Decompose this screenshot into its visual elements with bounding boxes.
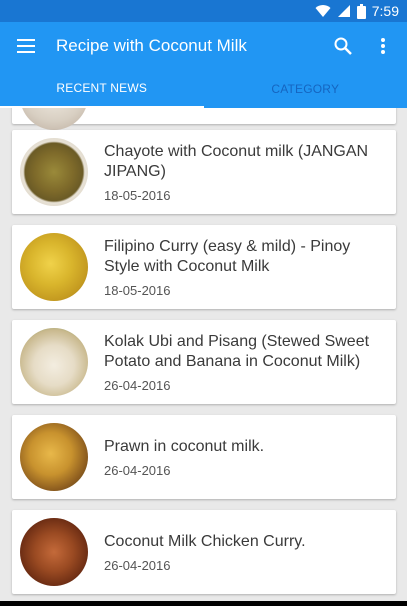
wifi-icon — [315, 5, 331, 18]
recipe-thumbnail — [20, 108, 88, 130]
battery-icon — [356, 3, 366, 19]
recipe-title: Chayote with Coconut milk (JANGAN JIPANG… — [104, 142, 369, 180]
app-bar: Recipe with Coconut Milk — [0, 22, 407, 70]
status-time: 7:59 — [371, 3, 399, 19]
recipe-date: 26-04-2016 — [104, 462, 171, 478]
recipe-thumbnail — [20, 138, 88, 206]
recipe-date: 26-04-2016 — [104, 377, 171, 393]
status-bar: 7:59 — [0, 0, 407, 22]
tab-recent-news[interactable]: RECENT NEWS — [0, 70, 204, 108]
list-item[interactable]: Coconut Milk Chicken Curry. 26-04-2016 — [12, 510, 396, 594]
recipe-date: 26-04-2016 — [104, 557, 171, 573]
overflow-menu-icon[interactable] — [363, 22, 403, 70]
list-item[interactable]: Prawn in coconut milk. 26-04-2016 — [12, 415, 396, 499]
list-item[interactable]: Chayote with Coconut milk (JANGAN JIPANG… — [12, 130, 396, 214]
recipe-list[interactable]: Chayote with Coconut milk (JANGAN JIPANG… — [0, 108, 407, 606]
recipe-date: 18-05-2016 — [104, 187, 171, 203]
search-icon[interactable] — [323, 22, 363, 70]
menu-icon[interactable] — [4, 22, 48, 70]
recipe-thumbnail — [20, 423, 88, 491]
tab-bar: RECENT NEWS CATEGORY — [0, 70, 407, 108]
recipe-thumbnail — [20, 518, 88, 586]
recipe-title: Prawn in coconut milk. — [104, 437, 265, 455]
tab-category[interactable]: CATEGORY — [204, 70, 407, 108]
recipe-title: Coconut Milk Chicken Curry. — [104, 532, 306, 550]
list-item-partial[interactable] — [12, 108, 396, 130]
recipe-date: 18-05-2016 — [104, 282, 171, 298]
list-item[interactable]: Filipino Curry (easy & mild) - Pinoy Sty… — [12, 225, 396, 309]
navigation-bar-edge — [0, 601, 407, 606]
recipe-thumbnail — [20, 233, 88, 301]
recipe-title: Kolak Ubi and Pisang (Stewed Sweet Potat… — [104, 332, 370, 370]
list-item[interactable]: Kolak Ubi and Pisang (Stewed Sweet Potat… — [12, 320, 396, 404]
recipe-title: Filipino Curry (easy & mild) - Pinoy Sty… — [104, 237, 351, 275]
app-title: Recipe with Coconut Milk — [56, 36, 247, 55]
signal-icon — [337, 5, 350, 17]
recipe-thumbnail — [20, 328, 88, 396]
